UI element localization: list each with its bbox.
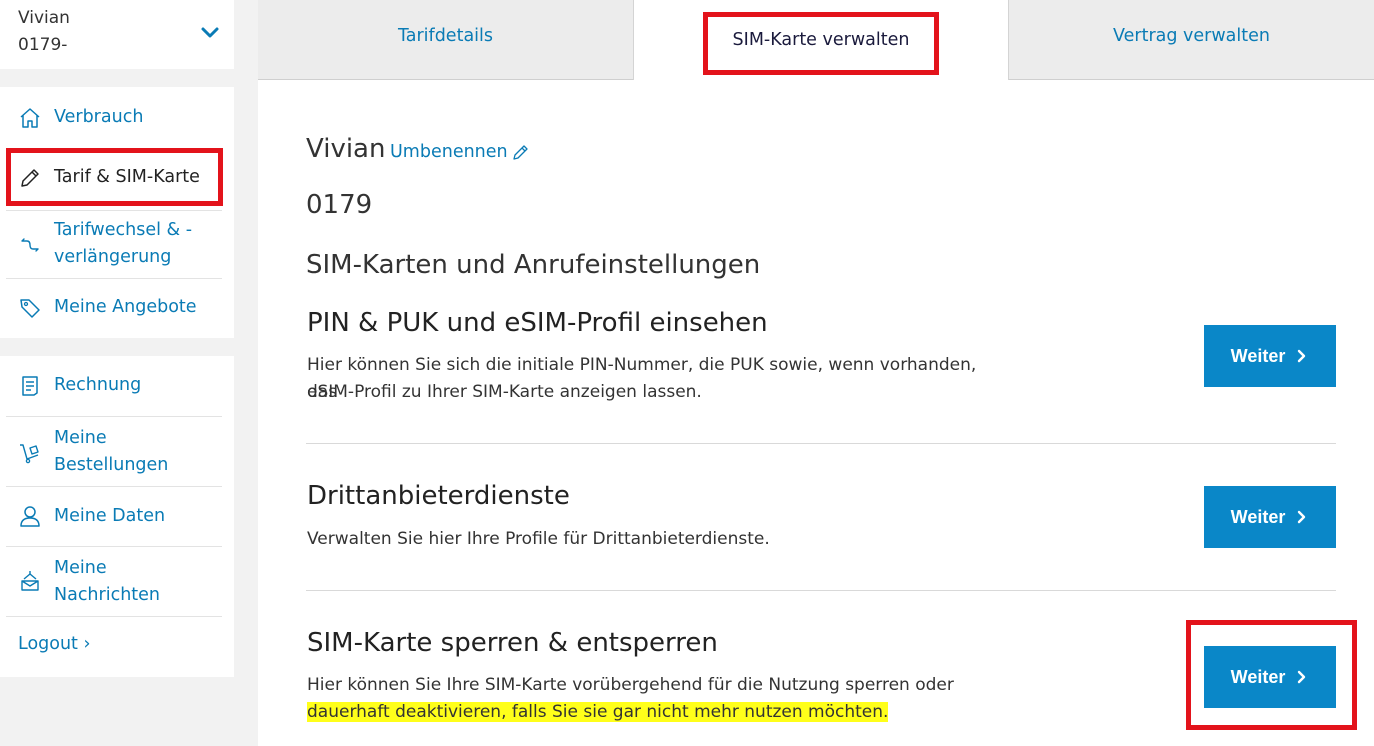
row-title-drittanbieter: Drittanbieterdienste bbox=[307, 481, 570, 511]
section-title: SIM-Karten und Anrufeinstellungen bbox=[306, 250, 761, 280]
contract-name: Vivian bbox=[306, 134, 386, 164]
button-label: Weiter bbox=[1230, 345, 1286, 366]
highlight-box-sidebar bbox=[6, 148, 223, 206]
rename-link[interactable]: Umbenennen bbox=[390, 142, 508, 162]
sidebar-item-label: Rechnung bbox=[54, 375, 142, 395]
sidebar-item-verbrauch[interactable]: Verbrauch bbox=[6, 87, 222, 150]
pencil-icon[interactable] bbox=[511, 142, 531, 162]
sidebar-item-tarifwechsel[interactable]: Tarifwechsel & - verlängerung bbox=[6, 211, 222, 279]
sidebar-item-label: Meine Angebote bbox=[54, 297, 197, 317]
sidebar-item-label-line1: Meine bbox=[54, 558, 107, 578]
sidebar-menu-secondary: Rechnung Meine Bestellungen Meine Daten … bbox=[0, 356, 234, 677]
cart-icon bbox=[20, 444, 39, 464]
sidebar-menu-primary: Verbrauch Tarif & SIM-Karte Tarifwechsel… bbox=[0, 87, 234, 338]
sidebar-item-bestellungen[interactable]: Meine Bestellungen bbox=[6, 417, 222, 487]
row-desc-line1: Hier können Sie Ihre SIM-Karte vorüberge… bbox=[307, 675, 954, 695]
row-title-pin-puk: PIN & PUK und eSIM-Profil einsehen bbox=[307, 308, 768, 338]
button-label: Weiter bbox=[1230, 506, 1286, 527]
sidebar-item-label-line1: Tarifwechsel & - bbox=[54, 220, 193, 240]
sidebar-item-angebote[interactable]: Meine Angebote bbox=[6, 279, 222, 338]
highlight-box-tab bbox=[703, 12, 939, 75]
weiter-button-drittanbieter[interactable]: Weiter bbox=[1204, 486, 1336, 548]
divider bbox=[306, 443, 1336, 444]
mailbox-icon bbox=[21, 571, 39, 591]
tab-vertrag-verwalten[interactable]: Vertrag verwalten bbox=[1009, 0, 1374, 80]
home-icon bbox=[20, 108, 40, 128]
sidebar-item-rechnung[interactable]: Rechnung bbox=[6, 356, 222, 417]
sidebar-item-label: Verbrauch bbox=[54, 107, 144, 127]
chevron-right-icon bbox=[1298, 510, 1306, 524]
account-selector[interactable]: Vivian 0179- bbox=[0, 0, 234, 69]
tab-tarifdetails[interactable]: Tarifdetails bbox=[258, 0, 633, 80]
row-desc-line2-wrap: dauerhaft deaktivieren, falls Sie sie ga… bbox=[307, 699, 889, 726]
user-icon bbox=[20, 506, 40, 527]
row-desc-line1: Verwalten Sie hier Ihre Profile für Drit… bbox=[307, 529, 770, 549]
tag-icon bbox=[20, 299, 40, 318]
sidebar-item-daten[interactable]: Meine Daten bbox=[6, 487, 222, 547]
sidebar-item-label-line2: verlängerung bbox=[54, 247, 172, 267]
row-desc-line2: eSIM-Profil zu Ihrer SIM-Karte anzeigen … bbox=[307, 382, 702, 402]
swap-icon bbox=[21, 238, 39, 252]
account-number: 0179- bbox=[18, 35, 68, 55]
chevron-down-icon[interactable] bbox=[200, 22, 220, 42]
tab-label: Tarifdetails bbox=[397, 26, 494, 46]
tab-label: Vertrag verwalten bbox=[1113, 26, 1270, 46]
account-name: Vivian bbox=[18, 8, 70, 28]
weiter-button-pin-puk[interactable]: Weiter bbox=[1204, 325, 1336, 387]
highlighted-text: dauerhaft deaktivieren, falls Sie sie ga… bbox=[307, 702, 889, 722]
chevron-right-icon bbox=[1298, 349, 1306, 363]
sidebar-item-label-line1: Meine bbox=[54, 428, 107, 448]
row-title-sim-sperren: SIM-Karte sperren & entsperren bbox=[307, 628, 718, 658]
sidebar-item-label-line2: Bestellungen bbox=[54, 455, 169, 475]
sidebar-item-label-line2: Nachrichten bbox=[54, 585, 161, 605]
sidebar-item-nachrichten[interactable]: Meine Nachrichten bbox=[6, 547, 222, 617]
phone-number: 0179 bbox=[306, 190, 373, 220]
highlight-box-button bbox=[1186, 620, 1357, 730]
invoice-icon bbox=[22, 376, 38, 396]
sidebar-item-label: Meine Daten bbox=[54, 506, 166, 526]
divider bbox=[306, 590, 1336, 591]
logout-link[interactable]: Logout › bbox=[18, 634, 90, 654]
